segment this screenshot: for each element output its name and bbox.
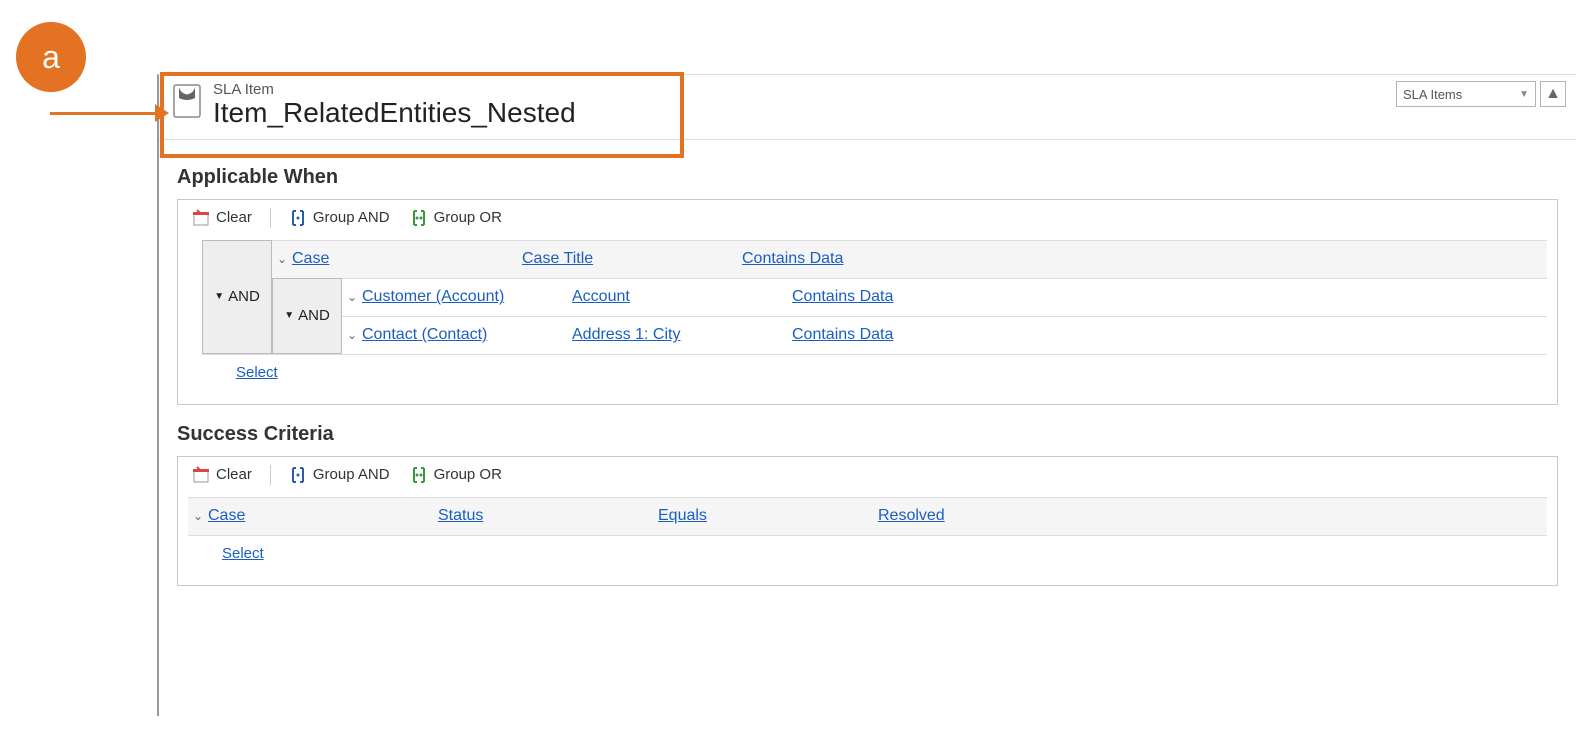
field-link[interactable]: Account (572, 288, 792, 306)
entity-link[interactable]: Customer (Account) (362, 288, 572, 306)
condition-row-customer: ⌄ Customer (Account) Account Contains Da… (342, 278, 1547, 316)
success-criteria-conditions: ⌄ Case Status Equals Resolved Select (178, 493, 1557, 585)
applicable-when-section: Applicable When Clear Group AND Group OR (159, 140, 1576, 413)
group-and-icon (289, 466, 307, 484)
group-and-label: Group AND (313, 209, 390, 226)
field-link[interactable]: Case Title (522, 250, 742, 268)
record-header: SLA Item Item_RelatedEntities_Nested SLA… (159, 75, 1576, 140)
entity-link[interactable]: Case (208, 507, 438, 525)
condition-row-case: ⌄ Case Case Title Contains Data (272, 240, 1547, 278)
group-and-button[interactable]: Group AND (281, 461, 398, 489)
clear-icon (192, 466, 210, 484)
clear-label: Clear (216, 209, 252, 226)
condition-row-status: ⌄ Case Status Equals Resolved (188, 497, 1547, 535)
group-or-icon (410, 209, 428, 227)
applicable-when-panel: Clear Group AND Group OR (177, 199, 1558, 405)
select-link[interactable]: Select (236, 364, 278, 381)
chevron-down-icon[interactable]: ⌄ (188, 509, 208, 523)
caret-down-icon: ▼ (284, 310, 294, 321)
applicable-when-toolbar: Clear Group AND Group OR (178, 200, 1557, 236)
chevron-down-icon[interactable]: ⌄ (272, 252, 292, 266)
header-text: SLA Item Item_RelatedEntities_Nested (213, 81, 576, 129)
entity-type-label: SLA Item (213, 81, 576, 98)
callout-arrow-line (50, 112, 165, 115)
record-title: Item_RelatedEntities_Nested (213, 98, 576, 129)
group-and-button[interactable]: Group AND (281, 204, 398, 232)
operator-link[interactable]: Equals (658, 507, 878, 525)
applicable-when-conditions: ▼ AND ⌄ Case Case Title (178, 236, 1557, 404)
group-or-button[interactable]: Group OR (402, 204, 510, 232)
success-criteria-section: Success Criteria Clear Group AND Group O… (159, 413, 1576, 594)
value-link[interactable]: Resolved (878, 507, 1098, 525)
outer-and-label: AND (228, 288, 260, 305)
select-link[interactable]: Select (222, 545, 264, 562)
group-or-label: Group OR (434, 209, 502, 226)
chevron-down-icon: ▼ (1519, 89, 1529, 100)
clear-button[interactable]: Clear (184, 461, 260, 489)
success-criteria-panel: Clear Group AND Group OR ⌄ Case Status E… (177, 456, 1558, 586)
toolbar-separator (270, 208, 271, 228)
group-or-button[interactable]: Group OR (402, 461, 510, 489)
clear-icon (192, 209, 210, 227)
operator-link[interactable]: Contains Data (742, 250, 962, 268)
condition-tree: ▼ AND ⌄ Case Case Title (202, 240, 1547, 354)
inner-and-label: AND (298, 307, 330, 324)
group-or-icon (410, 466, 428, 484)
callout-arrow-head (155, 104, 169, 122)
condition-row-contact: ⌄ Contact (Contact) Address 1: City Cont… (342, 316, 1547, 354)
navigate-up-button[interactable]: ▲ (1540, 81, 1566, 107)
group-or-label: Group OR (434, 466, 502, 483)
group-and-icon (289, 209, 307, 227)
app-frame: SLA Item Item_RelatedEntities_Nested SLA… (157, 74, 1576, 716)
operator-link[interactable]: Contains Data (792, 288, 1012, 306)
navigator-selected-label: SLA Items (1403, 87, 1462, 102)
callout-badge: a (16, 22, 86, 92)
toolbar-separator (270, 465, 271, 485)
success-criteria-toolbar: Clear Group AND Group OR (178, 457, 1557, 493)
clear-label: Clear (216, 466, 252, 483)
entity-link[interactable]: Case (292, 250, 522, 268)
inner-and-group[interactable]: ▼ AND (272, 278, 342, 354)
success-criteria-title: Success Criteria (177, 423, 1558, 446)
select-row: Select (188, 535, 1547, 571)
field-link[interactable]: Address 1: City (572, 326, 792, 344)
entity-icon (169, 83, 205, 119)
group-and-label: Group AND (313, 466, 390, 483)
chevron-down-icon[interactable]: ⌄ (342, 328, 362, 342)
header-right-controls: SLA Items ▼ ▲ (1396, 81, 1566, 107)
caret-down-icon: ▼ (214, 291, 224, 302)
select-row: Select (202, 354, 1547, 390)
arrow-up-icon: ▲ (1545, 85, 1561, 103)
callout-letter: a (42, 39, 60, 76)
outer-and-group[interactable]: ▼ AND (202, 240, 272, 354)
entity-link[interactable]: Contact (Contact) (362, 326, 572, 344)
applicable-when-title: Applicable When (177, 166, 1558, 189)
inner-group-container: ▼ AND ⌄ Customer (Account) Account (272, 278, 1547, 354)
operator-link[interactable]: Contains Data (792, 326, 1012, 344)
clear-button[interactable]: Clear (184, 204, 260, 232)
chevron-down-icon[interactable]: ⌄ (342, 290, 362, 304)
navigator-dropdown[interactable]: SLA Items ▼ (1396, 81, 1536, 107)
field-link[interactable]: Status (438, 507, 658, 525)
